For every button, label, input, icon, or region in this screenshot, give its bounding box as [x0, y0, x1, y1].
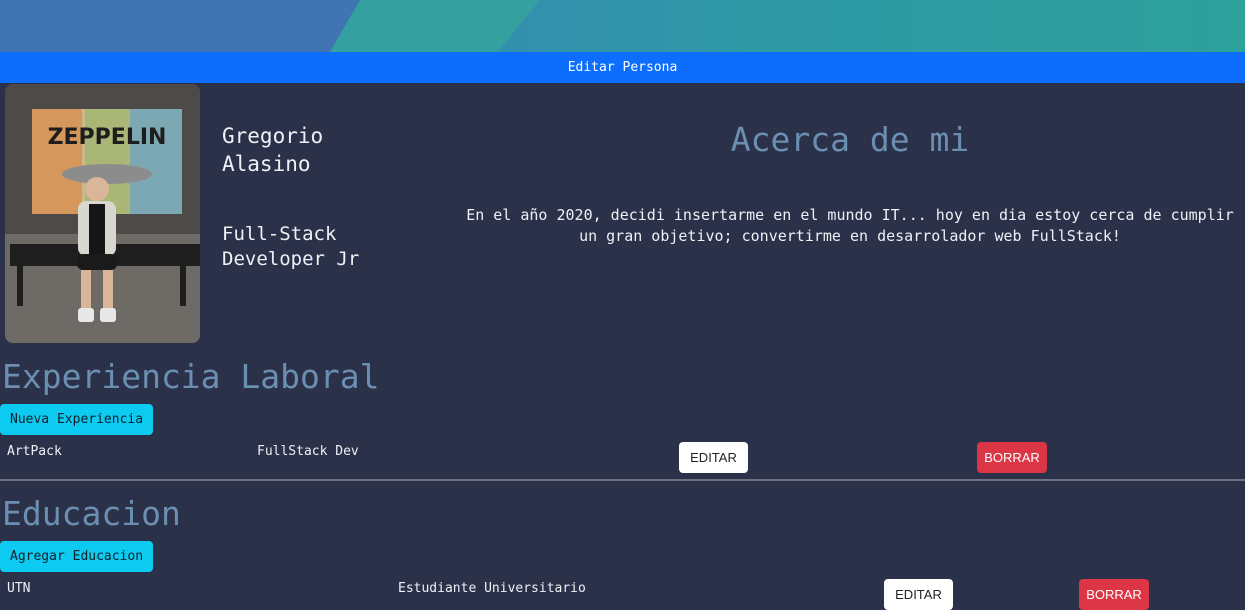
new-experience-button[interactable]: Nueva Experiencia [0, 404, 154, 435]
delete-education-button[interactable]: BORRAR [1079, 579, 1149, 610]
experience-company: ArtPack [7, 444, 62, 459]
last-name: Alasino [222, 152, 311, 176]
education-degree: Estudiante Universitario [398, 581, 586, 596]
education-school: UTN [7, 581, 31, 596]
about-title: Acerca de mi [730, 120, 970, 159]
title-line-2: Developer Jr [222, 248, 360, 270]
section-divider [0, 479, 1245, 481]
profile-name: Gregorio Alasino [222, 122, 422, 178]
edit-person-label: Editar Persona [567, 60, 678, 75]
profile-photo: ZEPPELIN [5, 84, 200, 343]
experience-title: Experiencia Laboral [2, 357, 380, 396]
education-title: Educacion [2, 494, 181, 533]
experience-position: FullStack Dev [257, 444, 359, 459]
banner-graphic [0, 0, 1245, 52]
delete-experience-button[interactable]: BORRAR [977, 442, 1047, 473]
painting-text: ZEPPELIN [48, 125, 167, 150]
edit-person-button[interactable]: Editar Persona [0, 52, 1245, 83]
first-name: Gregorio [222, 124, 324, 148]
profile-title: Full-Stack Developer Jr [222, 222, 422, 272]
about-text: En el año 2020, decidi insertarme en el … [466, 206, 1234, 245]
header-banner [0, 0, 1245, 52]
edit-experience-button[interactable]: EDITAR [679, 442, 748, 473]
add-education-button[interactable]: Agregar Educacion [0, 541, 154, 572]
edit-education-button[interactable]: EDITAR [884, 579, 953, 610]
title-line-1: Full-Stack [222, 223, 337, 245]
